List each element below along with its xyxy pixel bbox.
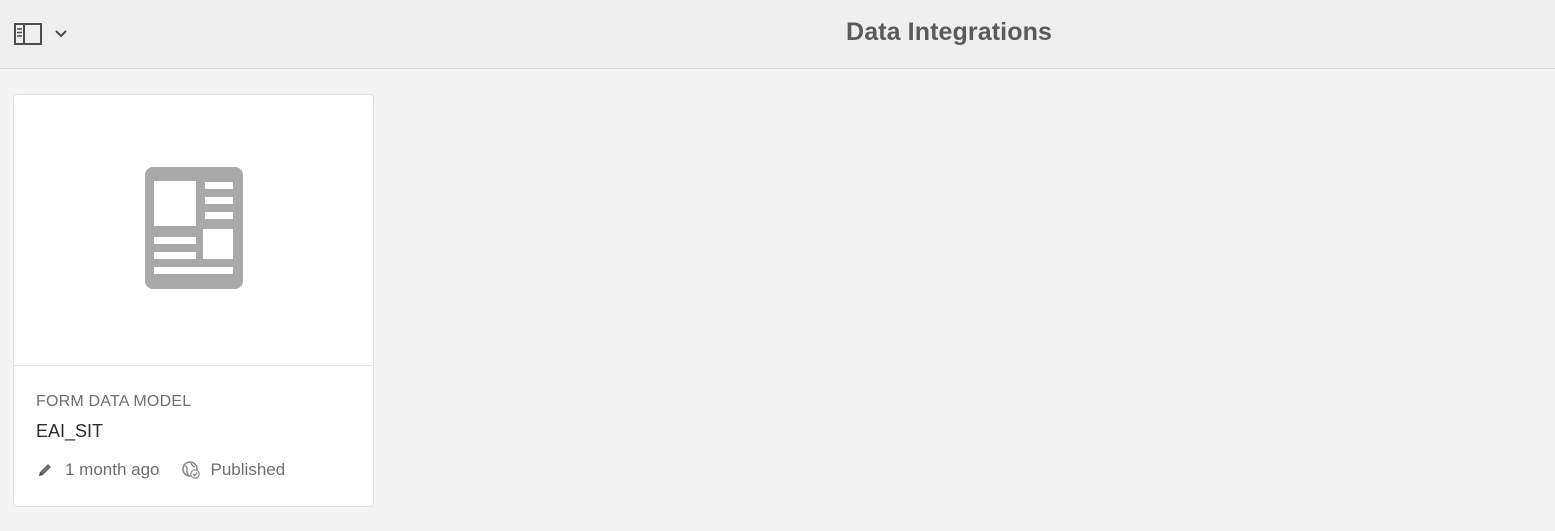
form-document-icon <box>144 166 243 294</box>
rail-toggle-button[interactable] <box>14 18 84 50</box>
card-thumbnail[interactable] <box>14 95 373 366</box>
pencil-icon <box>36 461 54 479</box>
chevron-down-icon[interactable] <box>54 29 68 39</box>
card-info-row: 1 month ago Published <box>36 460 357 480</box>
card-type-label: FORM DATA MODEL <box>36 393 192 410</box>
top-bar: Data Integrations <box>0 0 1555 69</box>
sidebar-panel-icon[interactable] <box>14 23 42 45</box>
form-data-model-card[interactable]: FORM DATA MODEL EAI_SIT 1 month ago Publ… <box>13 94 374 507</box>
card-meta: FORM DATA MODEL EAI_SIT 1 month ago Publ… <box>36 393 357 480</box>
page-title: Data Integrations <box>846 18 1052 46</box>
card-title[interactable]: EAI_SIT <box>36 421 357 442</box>
globe-check-icon <box>181 461 200 479</box>
publish-status: Published <box>210 460 286 479</box>
modified-time: 1 month ago <box>65 460 160 479</box>
